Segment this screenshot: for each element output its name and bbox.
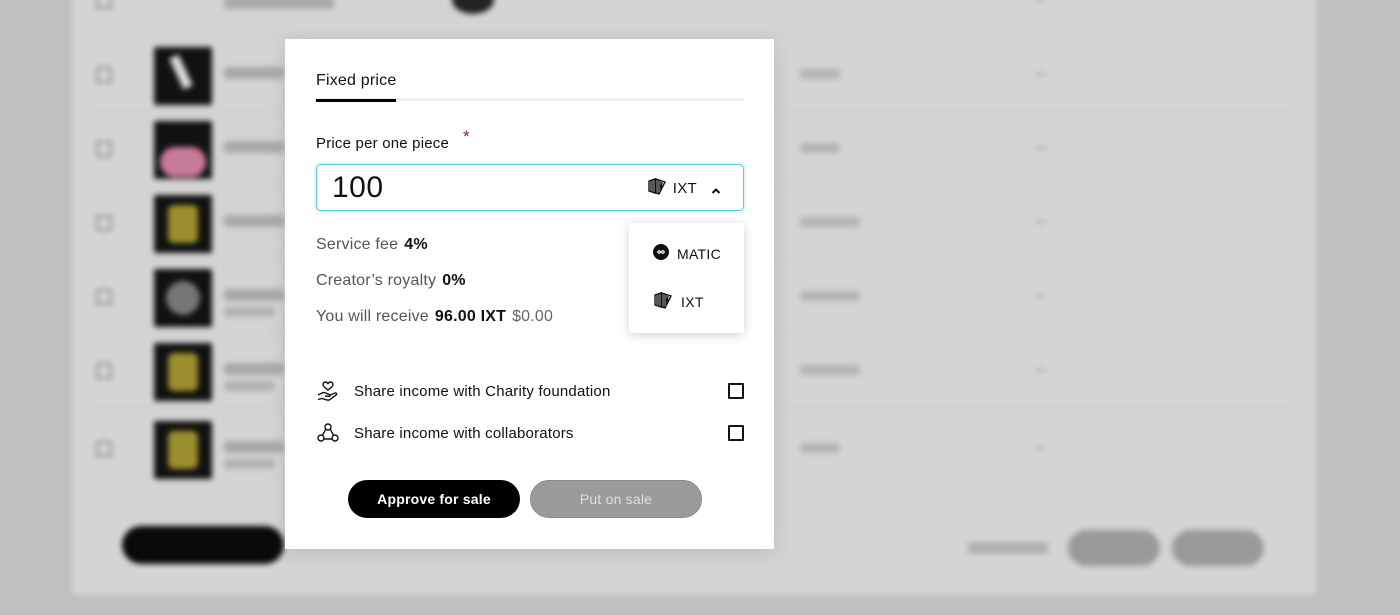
service-fee-label: Service fee: [316, 236, 399, 253]
currency-dropdown: MATIC IXT: [629, 223, 744, 333]
charity-hand-heart-icon: [316, 379, 342, 403]
chevron-up-icon: [711, 183, 721, 194]
collaborators-icon: [316, 421, 342, 445]
required-asterisk: *: [463, 127, 470, 146]
service-fee-value: 4%: [404, 236, 428, 253]
currency-select[interactable]: IXT: [647, 176, 721, 200]
receive-label: You will receive: [316, 308, 429, 325]
service-fee-line: Service fee 4%: [316, 236, 428, 254]
share-collaborators-label: Share income with collaborators: [354, 424, 574, 442]
tab-bar: Fixed price: [316, 69, 744, 102]
price-input[interactable]: 100 IXT: [316, 164, 744, 211]
receive-usd-value: $0.00: [512, 308, 554, 325]
share-charity-checkbox[interactable]: [728, 383, 744, 399]
price-label-row: Price per one piece *: [316, 127, 470, 152]
currency-option-matic[interactable]: MATIC: [653, 244, 721, 263]
share-collaborators-checkbox[interactable]: [728, 425, 744, 441]
put-on-sale-button[interactable]: Put on sale: [530, 480, 702, 518]
royalty-label: Creator’s royalty: [316, 272, 437, 289]
currency-option-ixt[interactable]: IXT: [653, 290, 704, 313]
share-charity-row: Share income with Charity foundation: [316, 379, 744, 403]
royalty-value: 0%: [442, 272, 466, 289]
tab-fixed-price[interactable]: Fixed price: [316, 72, 397, 102]
ixt-icon: [653, 290, 673, 313]
price-input-value[interactable]: 100: [332, 171, 384, 205]
background-black-button: [122, 526, 284, 564]
background-next-button: [1172, 530, 1264, 566]
selected-currency-label: IXT: [672, 179, 697, 197]
royalty-line: Creator’s royalty 0%: [316, 272, 466, 290]
share-charity-label: Share income with Charity foundation: [354, 382, 611, 400]
approve-for-sale-button[interactable]: Approve for sale: [348, 480, 520, 518]
currency-option-label: MATIC: [677, 245, 722, 262]
background-row: [90, 0, 1290, 37]
background-prev-button: [1068, 530, 1160, 566]
share-collaborators-row: Share income with collaborators: [316, 421, 744, 445]
background-pagination-text: [968, 542, 1048, 554]
price-label: Price per one piece: [316, 135, 450, 152]
receive-line: You will receive 96.00 IXT $0.00: [316, 308, 553, 326]
currency-option-label: IXT: [681, 293, 704, 310]
ixt-icon: [647, 176, 667, 201]
matic-icon: [653, 244, 669, 263]
sale-modal: Fixed price Price per one piece * 100 IX…: [285, 39, 774, 549]
receive-value: 96.00 IXT: [434, 308, 507, 325]
